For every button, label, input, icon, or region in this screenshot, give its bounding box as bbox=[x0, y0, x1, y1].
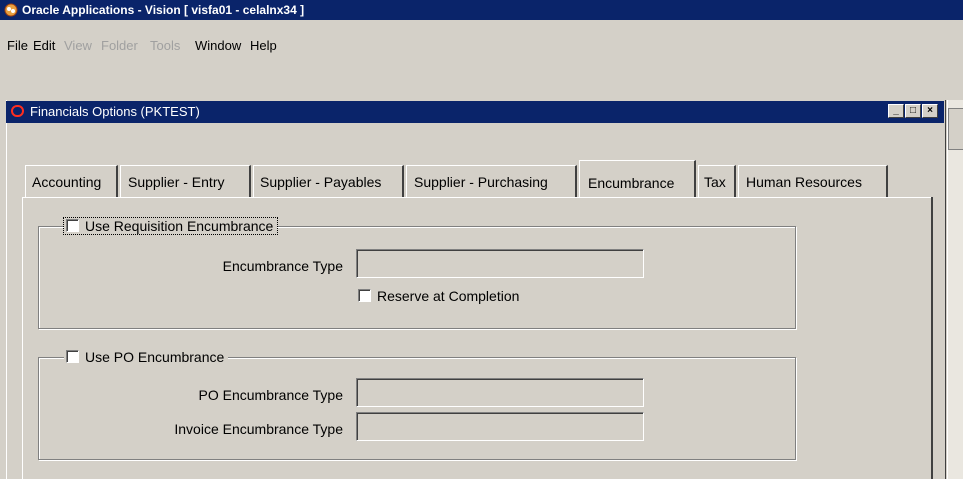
tab-supplier-entry[interactable]: Supplier - Entry bbox=[120, 165, 251, 197]
checkbox-label: Use Requisition Encumbrance bbox=[85, 218, 274, 234]
checkbox-box[interactable] bbox=[358, 289, 371, 302]
use-requisition-encumbrance-checkbox[interactable]: Use Requisition Encumbrance bbox=[62, 217, 279, 235]
tab-label: Supplier - Purchasing bbox=[414, 174, 548, 190]
tab-supplier-payables[interactable]: Supplier - Payables bbox=[253, 165, 404, 197]
checkbox-label: Use PO Encumbrance bbox=[85, 349, 225, 365]
tab-accounting[interactable]: Accounting bbox=[25, 165, 118, 197]
menu-tools[interactable]: Tools bbox=[150, 38, 180, 53]
tab-label: Encumbrance bbox=[588, 175, 675, 191]
tab-encumbrance[interactable]: Encumbrance bbox=[579, 160, 696, 197]
form-window-title: Financials Options (PKTEST) bbox=[30, 104, 200, 119]
toolbar: ? bbox=[0, 62, 963, 154]
po-encumbrance-group bbox=[38, 357, 796, 460]
tab-human-resources[interactable]: Human Resources bbox=[738, 165, 888, 197]
tab-label: Tax bbox=[704, 174, 726, 190]
tab-label: Human Resources bbox=[746, 174, 862, 190]
menu-help[interactable]: Help bbox=[250, 38, 277, 53]
invoice-encumbrance-type-label: Invoice Encumbrance Type bbox=[174, 421, 343, 437]
tab-supplier-purchasing[interactable]: Supplier - Purchasing bbox=[406, 165, 577, 197]
menu-edit[interactable]: Edit bbox=[33, 38, 55, 53]
form-window-title-bar: Financials Options (PKTEST) bbox=[6, 101, 944, 123]
menu-window[interactable]: Window bbox=[195, 38, 241, 53]
maximize-button[interactable]: □ bbox=[905, 104, 921, 118]
oracle-o-icon bbox=[11, 105, 24, 117]
close-button[interactable]: × bbox=[922, 104, 938, 118]
app-title: Oracle Applications - Vision [ visfa01 -… bbox=[22, 3, 305, 17]
menu-file[interactable]: File bbox=[7, 38, 28, 53]
menu-folder[interactable]: Folder bbox=[101, 38, 138, 53]
tab-label: Supplier - Entry bbox=[128, 174, 225, 190]
minimize-button[interactable]: _ bbox=[888, 104, 904, 118]
encumbrance-type-label: Encumbrance Type bbox=[222, 258, 343, 274]
checkbox-label: Reserve at Completion bbox=[377, 288, 520, 304]
outer-scrollbar-thumb[interactable] bbox=[948, 108, 963, 150]
checkbox-box[interactable] bbox=[66, 350, 79, 363]
invoice-encumbrance-type-field[interactable] bbox=[356, 412, 644, 441]
app-title-bar: Oracle Applications - Vision [ visfa01 -… bbox=[0, 0, 963, 20]
encumbrance-type-field[interactable] bbox=[356, 249, 644, 278]
tab-label: Accounting bbox=[32, 174, 102, 190]
tab-label: Supplier - Payables bbox=[260, 174, 382, 190]
oracle-app-icon bbox=[4, 3, 18, 17]
po-encumbrance-type-label: PO Encumbrance Type bbox=[198, 387, 343, 403]
use-po-encumbrance-checkbox[interactable]: Use PO Encumbrance bbox=[64, 349, 229, 365]
po-encumbrance-type-field[interactable] bbox=[356, 378, 644, 407]
menu-view[interactable]: View bbox=[64, 38, 92, 53]
outer-scrollbar[interactable] bbox=[947, 100, 963, 479]
checkbox-box[interactable] bbox=[66, 219, 79, 232]
tab-tax[interactable]: Tax bbox=[698, 165, 736, 197]
reserve-at-completion-checkbox[interactable]: Reserve at Completion bbox=[358, 288, 519, 304]
